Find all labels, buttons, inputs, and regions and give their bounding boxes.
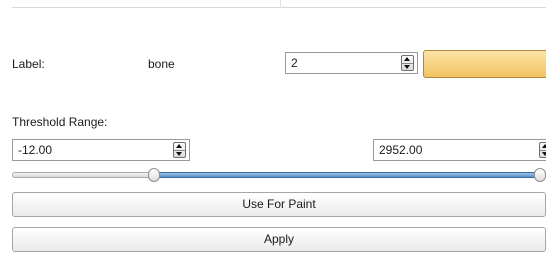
threshold-min-spinbox[interactable]: -12.00 [12, 139, 190, 161]
label-value-spinbox[interactable]: 2 [285, 52, 418, 74]
top-divider [12, 7, 546, 8]
slider-upper-handle[interactable] [534, 168, 546, 182]
spin-divider [174, 150, 185, 151]
threshold-max-spinbox[interactable]: 2952.00 [373, 139, 546, 161]
arrow-up-icon[interactable] [176, 144, 182, 148]
threshold-min-spin-arrows[interactable] [173, 142, 186, 158]
label-name: bone [148, 57, 175, 71]
threshold-min-value[interactable]: -12.00 [18, 140, 52, 160]
use-for-paint-button[interactable]: Use For Paint [12, 192, 546, 217]
spin-divider [402, 63, 413, 64]
threshold-max-value[interactable]: 2952.00 [379, 140, 422, 160]
slider-lower-handle[interactable] [148, 168, 160, 182]
threshold-range-slider[interactable] [12, 168, 546, 184]
threshold-max-spin-arrows[interactable] [539, 142, 546, 158]
label-value-spin-arrows[interactable] [401, 55, 414, 71]
label-value-text[interactable]: 2 [291, 53, 298, 73]
spin-divider [540, 150, 546, 151]
label-caption: Label: [12, 57, 45, 71]
slider-selected-range[interactable] [152, 172, 546, 178]
arrow-up-icon[interactable] [404, 57, 410, 61]
threshold-range-title: Threshold Range: [12, 115, 108, 129]
top-panel-separator [280, 0, 281, 8]
slider-groove[interactable] [12, 172, 156, 178]
arrow-down-icon[interactable] [176, 152, 182, 156]
apply-button[interactable]: Apply [12, 227, 546, 252]
arrow-up-icon[interactable] [542, 144, 546, 148]
arrow-down-icon[interactable] [404, 65, 410, 69]
arrow-down-icon[interactable] [542, 152, 546, 156]
label-color-button[interactable] [423, 50, 546, 78]
